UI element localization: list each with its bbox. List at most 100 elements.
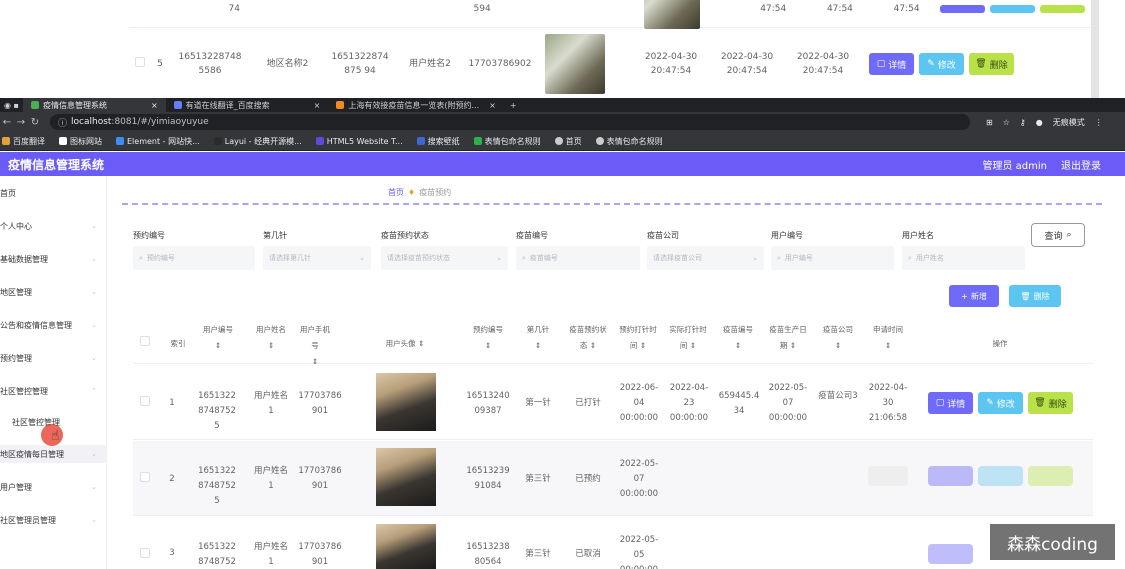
- sort-icon[interactable]: ⇕: [268, 341, 274, 350]
- sidebar-item-community-control[interactable]: 社区管控管理 ⌃: [0, 382, 107, 400]
- edit-button[interactable]: ✎ 修改: [919, 53, 964, 75]
- row-checkbox[interactable]: [140, 548, 150, 564]
- sort-icon[interactable]: ⇕: [790, 341, 796, 350]
- new-tab-icon[interactable]: +: [504, 101, 523, 110]
- sidebar-item-region[interactable]: 地区管理 ⌄: [0, 283, 107, 301]
- add-button[interactable]: + 新增: [949, 285, 999, 307]
- dose-select[interactable]: 请选择第几针 ⌄: [263, 246, 371, 270]
- select-all-checkbox[interactable]: [140, 336, 150, 352]
- delete-button[interactable]: [1028, 466, 1073, 486]
- user-no-input[interactable]: ⌕ 用户编号: [771, 246, 894, 270]
- delete-button[interactable]: 🗑 删除: [1028, 392, 1073, 414]
- bookmark[interactable]: 首页: [554, 136, 582, 147]
- url-field[interactable]: ⓘ localhost:8081/#/yimiaoyuyue: [50, 114, 970, 130]
- column-header[interactable]: 用户编号 ⇕: [198, 322, 238, 354]
- sort-icon[interactable]: ⇕: [690, 341, 696, 350]
- sidebar-item-profile[interactable]: 个人中心 ⌄: [0, 217, 107, 235]
- booking-status-select[interactable]: 请选择疫苗预约状态 ⌄: [381, 246, 508, 270]
- vaccine-no-input[interactable]: ⌕ 疫苗编号: [516, 246, 640, 270]
- row-checkbox[interactable]: [140, 396, 150, 412]
- bookmark[interactable]: 搜索壁纸: [416, 136, 460, 147]
- sort-icon[interactable]: ⇕: [885, 341, 891, 350]
- browser-tab[interactable]: 疫情信息管理系统 ×: [22, 98, 166, 112]
- sort-icon[interactable]: ⇕: [735, 341, 741, 350]
- browser-tab[interactable]: 上海有效接疫苗信息一览表(附预约... ×: [328, 98, 503, 112]
- vaccine-company-select[interactable]: 请选择疫苗公司 ⌄: [647, 246, 764, 270]
- scrollbar[interactable]: [1091, 0, 1099, 100]
- column-header[interactable]: 第几针 ⇕: [520, 322, 556, 354]
- reload-icon[interactable]: ↻: [28, 117, 42, 128]
- detail-button[interactable]: [928, 466, 973, 486]
- star-icon[interactable]: ☆: [1003, 118, 1010, 127]
- column-header[interactable]: 用户手机号 ⇕: [298, 322, 332, 370]
- sort-icon[interactable]: ⇕: [835, 341, 841, 350]
- menu-icon[interactable]: ⋮: [1095, 118, 1103, 127]
- row-checkbox[interactable]: [135, 56, 145, 67]
- query-button[interactable]: 查询 ⌕: [1031, 223, 1085, 247]
- sidebar-item-users[interactable]: 用户管理 ⌄: [0, 478, 107, 496]
- column-header[interactable]: 用户姓名 ⇕: [251, 322, 291, 354]
- column-header[interactable]: 用户头像 ⇕: [370, 336, 440, 352]
- window-controls[interactable]: ◉ ▪: [0, 101, 23, 110]
- sidebar-item-label: 基础数据管理: [0, 254, 48, 264]
- bookmark[interactable]: 百度翻译: [2, 136, 45, 147]
- translate-icon[interactable]: ⊞: [986, 118, 993, 127]
- sort-icon[interactable]: ⇕: [215, 341, 221, 350]
- detail-button[interactable]: ▢ 详情: [928, 392, 973, 414]
- sidebar-item-daily-epidemic[interactable]: 地区疫情每日管理 ⌄: [0, 445, 107, 463]
- column-header[interactable]: 疫苗预约状态 ⇕: [568, 322, 608, 354]
- back-icon[interactable]: ←: [0, 117, 14, 128]
- sort-icon[interactable]: ⇕: [418, 339, 424, 348]
- edit-button[interactable]: [978, 466, 1023, 486]
- bookmark-label: 图标网站: [70, 136, 102, 146]
- edit-button[interactable]: [990, 4, 1035, 13]
- sidebar-item-booking[interactable]: 预约管理 ⌄: [0, 349, 107, 367]
- booking-no-cell: 1651322874875 94: [331, 52, 389, 76]
- column-header[interactable]: 申请时间 ⇕: [866, 322, 910, 354]
- detail-button[interactable]: [940, 4, 985, 13]
- bookmark[interactable]: HTML5 Website T...: [315, 137, 403, 146]
- sidebar-item-basic-data[interactable]: 基础数据管理 ⌄: [0, 250, 107, 268]
- sort-icon[interactable]: ⇕: [535, 341, 541, 350]
- column-header[interactable]: 预约编号 ⇕: [468, 322, 508, 354]
- delete-button[interactable]: 🗑 删除: [969, 53, 1014, 75]
- bookmark[interactable]: Layui - 经典开源模...: [213, 136, 302, 147]
- column-header[interactable]: 疫苗公司 ⇕: [818, 322, 858, 354]
- column-header[interactable]: 疫苗生产日期 ⇕: [766, 322, 810, 354]
- column-header[interactable]: 实际打针时间 ⇕: [668, 322, 708, 354]
- bookmark[interactable]: Element - 网站快...: [116, 136, 200, 147]
- bookmark[interactable]: 表情包命名规则: [595, 136, 663, 147]
- user-name-cell: 用户姓名1: [253, 391, 288, 416]
- dose-cell: 第一针: [525, 398, 551, 408]
- column-header-label: 第几针: [526, 325, 550, 334]
- sort-icon[interactable]: ⇕: [485, 341, 491, 350]
- logout-link[interactable]: 退出登录: [1061, 157, 1101, 172]
- close-icon[interactable]: ×: [151, 101, 158, 110]
- batch-delete-button[interactable]: 🗑 删除: [1009, 285, 1061, 307]
- sort-icon[interactable]: ⇕: [590, 341, 596, 350]
- sidebar-item-notice[interactable]: 公告和疫情信息管理 ⌄: [0, 316, 107, 334]
- sidebar-item-home[interactable]: 首页: [0, 184, 107, 202]
- bookmark[interactable]: 表情包命名规则: [473, 136, 541, 147]
- sort-icon[interactable]: ⇕: [640, 341, 646, 350]
- browser-tab[interactable]: 有道在线翻译_百度搜索 ×: [166, 98, 329, 112]
- detail-button[interactable]: ▢ 详情: [869, 53, 914, 75]
- close-icon[interactable]: ×: [489, 101, 496, 110]
- bookmark[interactable]: 图标网站: [59, 136, 102, 147]
- key-icon[interactable]: ⚷: [1020, 118, 1026, 127]
- user-name-input[interactable]: ⌕ 用户姓名: [902, 246, 1025, 270]
- sidebar-item-community-admin[interactable]: 社区管理员管理 ⌄: [0, 511, 107, 529]
- column-header[interactable]: 疫苗编号 ⇕: [718, 322, 758, 354]
- close-icon[interactable]: ×: [314, 101, 321, 110]
- edit-button[interactable]: ✎ 修改: [978, 392, 1023, 414]
- search-icon: ⌕: [1066, 230, 1072, 240]
- breadcrumb-home[interactable]: 首页: [388, 187, 404, 198]
- table-row: 5 165132287485586 地区名称2 1651322874875 94…: [130, 30, 1090, 98]
- detail-button[interactable]: [928, 544, 973, 564]
- booking-no-input[interactable]: ⌕ 预约编号: [133, 246, 255, 270]
- bookmark-icon: [116, 137, 124, 145]
- column-header[interactable]: 预约打针时间 ⇕: [618, 322, 658, 354]
- forward-icon[interactable]: →: [14, 117, 28, 128]
- delete-button[interactable]: [1040, 4, 1085, 13]
- row-checkbox[interactable]: [140, 472, 150, 488]
